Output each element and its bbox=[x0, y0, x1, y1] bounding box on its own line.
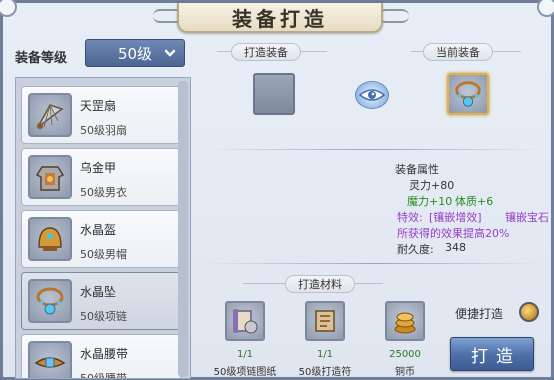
list-item-selected[interactable]: 水晶坠 50级项链 bbox=[21, 272, 181, 330]
fan-icon bbox=[28, 93, 72, 137]
durability-label: 耐久度: bbox=[397, 243, 434, 256]
title-wing-right bbox=[379, 9, 409, 23]
divider-top bbox=[203, 149, 543, 150]
title-banner: 装备打造 bbox=[177, 3, 383, 33]
materials-header-label: 打造材料 bbox=[298, 278, 342, 291]
attributes-title: 装备属性 bbox=[395, 163, 439, 176]
necklace-icon bbox=[28, 279, 72, 323]
attr-spirit: 灵力+80 bbox=[409, 179, 455, 192]
craft-equipment-slot[interactable] bbox=[253, 73, 295, 115]
corner-ornament-right bbox=[537, 0, 554, 17]
crafting-window: 装备打造 装备等级 50级 天罡扇 50级羽扇 乌金甲 50级男衣 水晶盔 50… bbox=[0, 0, 554, 380]
item-name: 乌金甲 bbox=[80, 161, 117, 175]
divider-middle bbox=[203, 263, 543, 264]
material-slot[interactable] bbox=[305, 301, 345, 341]
armor-icon bbox=[28, 155, 72, 199]
material-count: 1/1 bbox=[236, 349, 254, 360]
quick-craft-label: 便捷打造 bbox=[455, 307, 504, 321]
material-count: 1/1 bbox=[316, 349, 334, 360]
forge-button-label: 打造 bbox=[471, 346, 521, 367]
list-item[interactable]: 天罡扇 50级羽扇 bbox=[21, 86, 181, 144]
special-text-1: 镶嵌宝石 bbox=[505, 211, 549, 224]
current-header: 当前装备 bbox=[423, 43, 493, 61]
talisman-icon bbox=[315, 310, 335, 332]
list-item[interactable]: 水晶腰带 50级腰带 bbox=[21, 334, 181, 379]
attr-constitution: 体质+6 bbox=[455, 195, 494, 208]
craft-header-label: 打造装备 bbox=[244, 46, 288, 59]
belt-icon bbox=[28, 341, 72, 378]
special-prefix: 特效: bbox=[397, 211, 423, 224]
list-item[interactable]: 乌金甲 50级男衣 bbox=[21, 148, 181, 206]
craft-header: 打造装备 bbox=[231, 43, 301, 61]
list-item[interactable]: 水晶盔 50级男帽 bbox=[21, 210, 181, 268]
coin-icon bbox=[394, 312, 416, 334]
material-slot[interactable] bbox=[385, 301, 425, 341]
materials-header: 打造材料 bbox=[285, 275, 355, 293]
preview-button[interactable] bbox=[355, 81, 389, 109]
helmet-icon bbox=[28, 217, 72, 261]
item-name: 水晶腰带 bbox=[80, 347, 129, 361]
material-count: 25000 bbox=[389, 349, 421, 360]
eye-icon bbox=[359, 89, 385, 101]
current-equipment-slot[interactable] bbox=[447, 73, 489, 115]
attr-magic: 魔力+10 bbox=[407, 195, 453, 208]
material-name: 铜币 bbox=[395, 367, 415, 378]
item-desc: 50级项链 bbox=[80, 310, 127, 323]
special-text-2: 所获得的效果提高20% bbox=[397, 227, 510, 240]
equipment-list: 天罡扇 50级羽扇 乌金甲 50级男衣 水晶盔 50级男帽 水晶坠 50级项链 … bbox=[15, 77, 191, 379]
item-name: 水晶盔 bbox=[80, 223, 117, 237]
scroll-icon bbox=[233, 309, 258, 334]
item-name: 水晶坠 bbox=[80, 285, 117, 299]
list-scrollbar[interactable] bbox=[178, 81, 188, 377]
item-desc: 50级男衣 bbox=[80, 186, 127, 199]
material-name: 50级打造符 bbox=[298, 367, 352, 378]
item-desc: 50级男帽 bbox=[80, 248, 127, 261]
item-desc: 50级腰带 bbox=[80, 372, 127, 379]
quick-craft-toggle[interactable] bbox=[519, 302, 539, 322]
current-header-label: 当前装备 bbox=[436, 46, 480, 59]
special-tag: [镶嵌增效] bbox=[429, 211, 482, 224]
item-name: 天罡扇 bbox=[80, 99, 117, 113]
chevron-down-icon bbox=[164, 49, 176, 57]
material-name: 50级项链图纸 bbox=[213, 367, 277, 378]
forge-button[interactable]: 打造 bbox=[450, 337, 534, 371]
item-desc: 50级羽扇 bbox=[80, 124, 127, 137]
material-slot[interactable] bbox=[225, 301, 265, 341]
level-label: 装备等级 bbox=[15, 51, 68, 66]
level-dropdown[interactable]: 50级 bbox=[85, 39, 185, 67]
necklace-icon bbox=[455, 81, 481, 107]
durability-value: 348 bbox=[445, 241, 466, 254]
level-value: 50级 bbox=[117, 44, 153, 63]
corner-ornament-left bbox=[0, 0, 17, 17]
window-title: 装备打造 bbox=[232, 6, 328, 31]
